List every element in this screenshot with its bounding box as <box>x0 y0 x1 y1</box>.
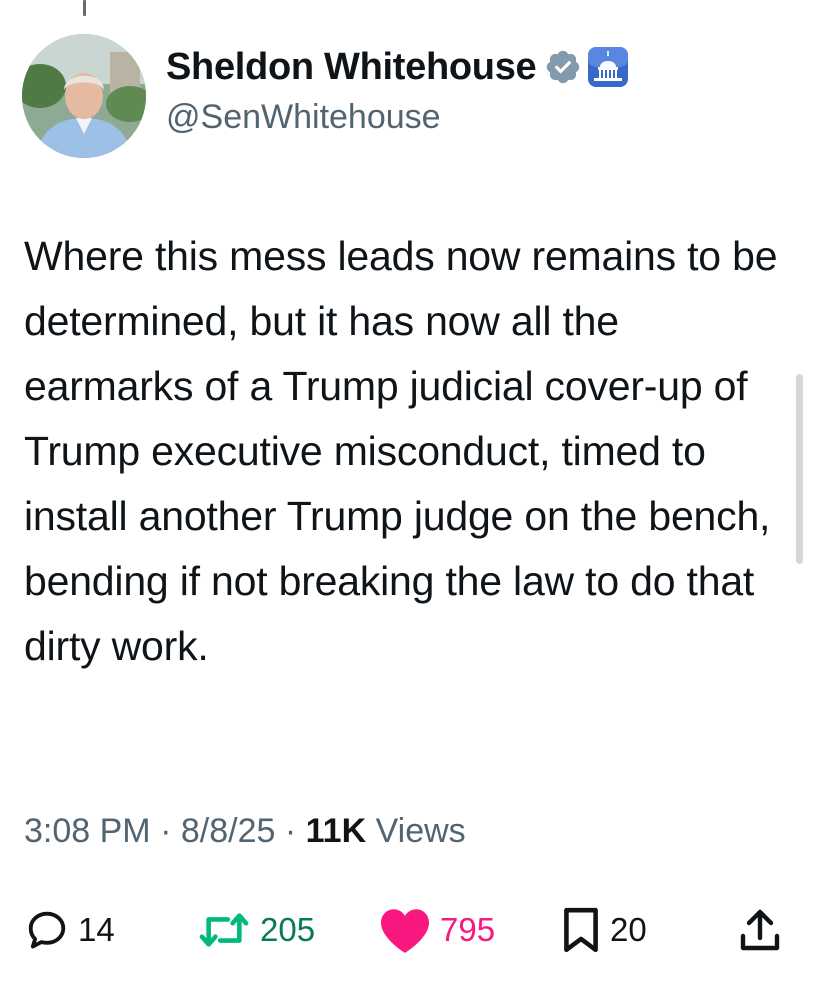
like-button[interactable]: 795 <box>378 898 495 962</box>
scrollbar[interactable] <box>796 374 803 564</box>
reply-count: 14 <box>78 911 115 948</box>
avatar[interactable] <box>22 34 146 158</box>
reply-button[interactable]: 14 <box>24 898 115 962</box>
repost-icon <box>199 913 249 947</box>
views-label: Views <box>375 812 466 850</box>
verified-badge-icon[interactable] <box>544 48 582 86</box>
tweet-time[interactable]: 3:08 PM <box>24 812 151 850</box>
share-button[interactable] <box>738 898 782 962</box>
meta-separator: · <box>160 812 172 850</box>
repost-count: 205 <box>260 911 316 948</box>
share-icon <box>740 909 780 951</box>
author-handle[interactable]: @SenWhitehouse <box>166 98 441 137</box>
heart-icon <box>381 909 429 953</box>
tweet-meta: 3:08 PM · 8/8/25 · 11K Views <box>24 812 466 851</box>
display-name[interactable]: Sheldon Whitehouse <box>166 46 537 89</box>
bookmark-button[interactable]: 20 <box>560 898 647 962</box>
tweet-date[interactable]: 8/8/25 <box>181 812 276 850</box>
views-count: 11K <box>305 812 367 850</box>
drag-handle-tick <box>83 0 86 16</box>
action-bar: 14 205 795 20 <box>0 898 813 962</box>
repost-button[interactable]: 205 <box>196 898 315 962</box>
like-count: 795 <box>440 911 496 948</box>
bookmark-count: 20 <box>610 911 647 948</box>
capitol-icon[interactable] <box>586 45 630 89</box>
tweet-text: Where this mess leads now remains to be … <box>24 233 778 669</box>
reply-icon <box>28 911 66 949</box>
bookmark-icon <box>564 907 598 953</box>
author-name-row: Sheldon Whitehouse <box>166 42 630 92</box>
avatar-image <box>22 34 146 158</box>
meta-separator: · <box>284 812 297 850</box>
